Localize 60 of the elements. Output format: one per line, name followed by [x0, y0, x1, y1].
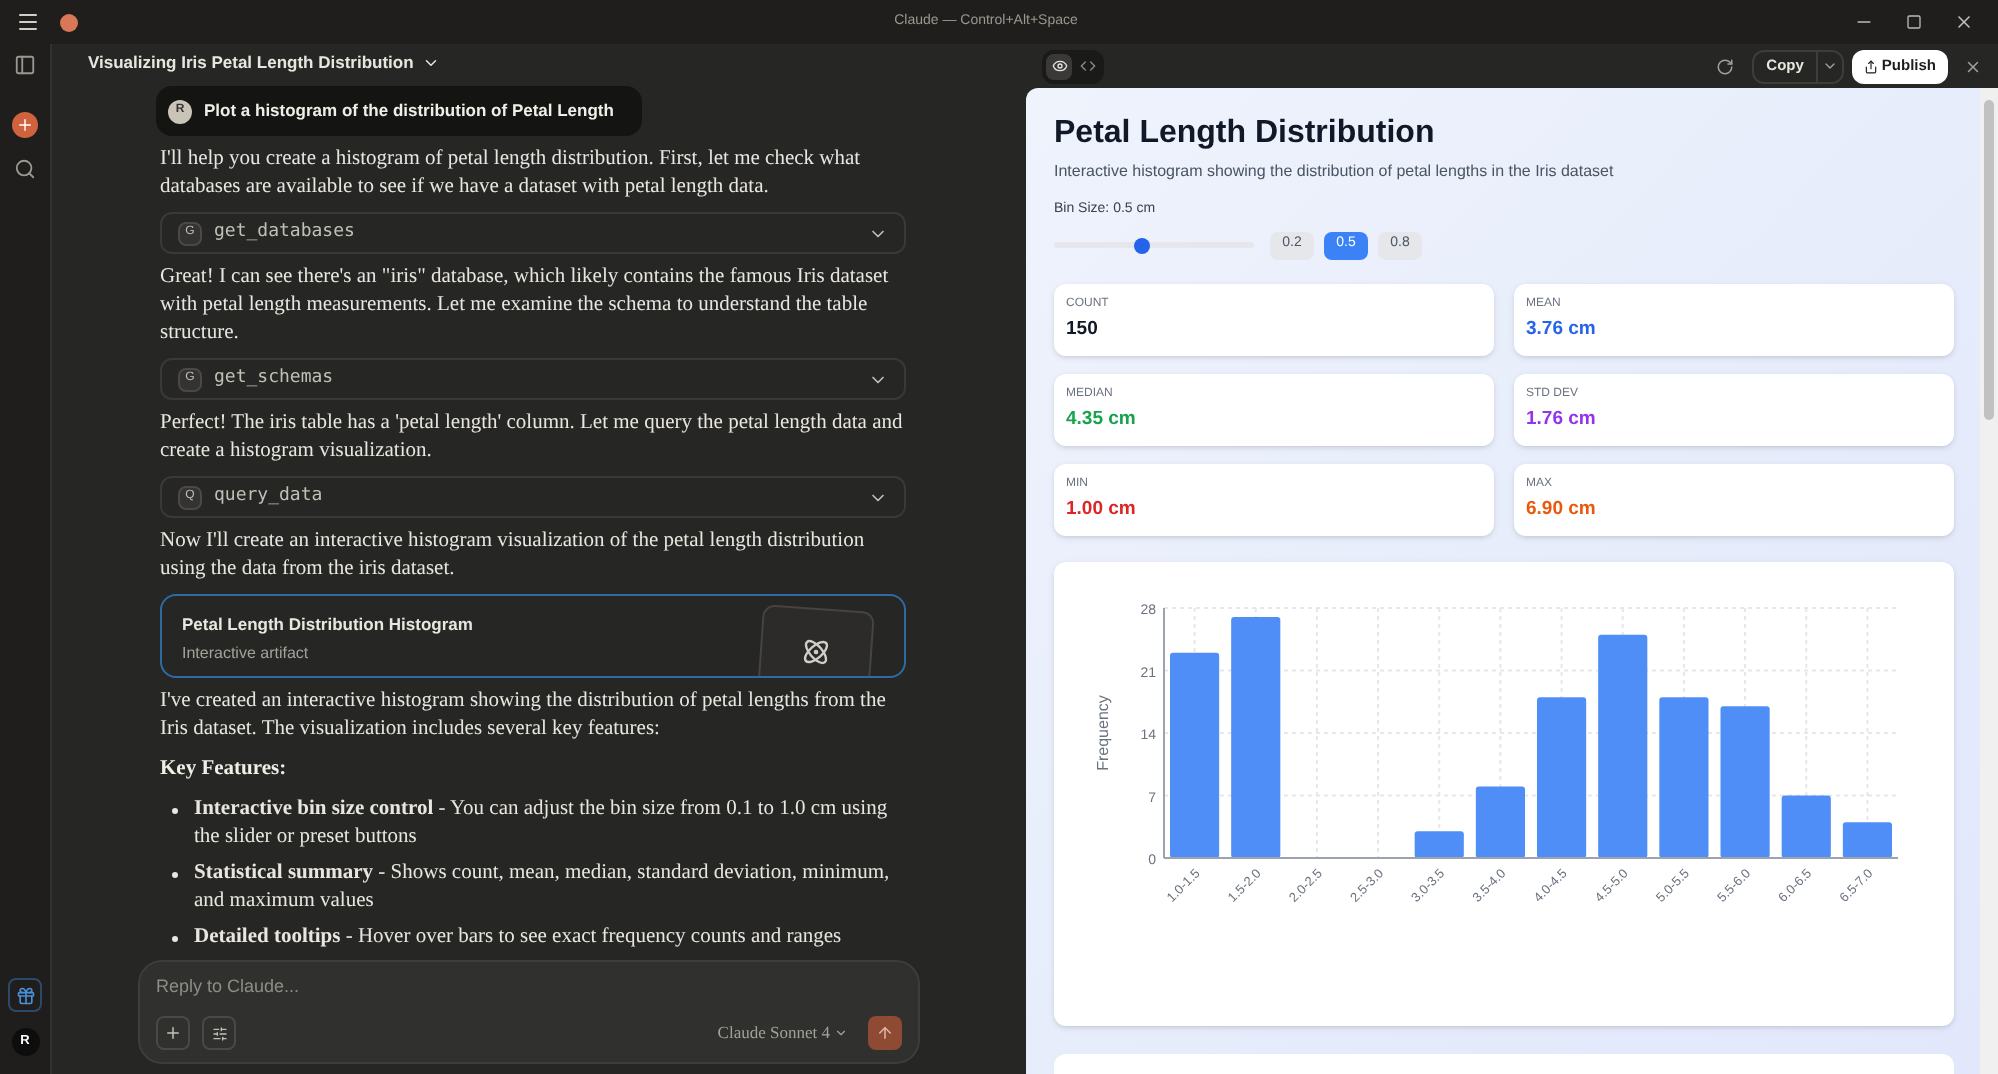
send-button[interactable] [868, 1016, 902, 1050]
bullet-text: Statistical summary - Shows count, mean, median, standard deviation, minimum, and maximum values [194, 859, 892, 916]
search-icon[interactable] [14, 158, 36, 180]
code-icon [1079, 58, 1095, 74]
message-paragraph: Perfect! The iris table has a 'petal length' column. Let me query the petal length data and create a histogram visualization. [160, 410, 905, 466]
bar[interactable] [1170, 651, 1220, 857]
stat-value: 150 [1066, 315, 1100, 343]
eye-icon [1051, 58, 1067, 74]
gift-button[interactable] [8, 978, 42, 1012]
message-paragraph: I'll help you create a histogram of petal length distribution. First, let me check what databases are available to see if we have a dataset with petal length data. [160, 146, 863, 202]
stat-value: 3.76 cm [1526, 315, 1598, 343]
bullet-icon [172, 871, 178, 878]
stat-value: 1.00 cm [1066, 495, 1138, 523]
bar[interactable] [1842, 821, 1892, 857]
artifact-subtitle: Interactive artifact [182, 641, 309, 666]
bullet-text: Detailed tooltips - Hover over bars to see exact frequency counts and ranges [194, 923, 842, 952]
sliders-icon [211, 1025, 227, 1041]
refresh-icon[interactable] [1716, 57, 1735, 75]
reply-input[interactable]: Reply to Claude... [156, 974, 902, 1001]
sidebar-toggle-icon[interactable] [14, 54, 36, 76]
bar[interactable] [1537, 696, 1587, 857]
bar[interactable] [1475, 785, 1525, 857]
menu-icon[interactable] [16, 10, 40, 34]
bullet-icon [172, 807, 178, 814]
stat-value: 4.35 cm [1066, 405, 1138, 433]
artifact-title: Petal Length Distribution Histogram [182, 612, 475, 638]
gift-icon [15, 985, 35, 1005]
bar[interactable] [1414, 830, 1464, 857]
attach-button[interactable] [156, 1016, 190, 1050]
bullet-icon [172, 935, 178, 942]
message-paragraph: I've created an interactive histogram showing the distribution of petal lengths from the Iris dataset. The visualization includes several key features: [160, 688, 888, 744]
tools-button[interactable] [202, 1016, 236, 1050]
message-paragraph: Now I'll create an interactive histogram visualization of the petal length distribution using the data from the iris dataset. [160, 528, 867, 584]
artifact-card[interactable]: Petal Length Distribution Histogram Interactive artifact [160, 594, 906, 678]
model-selector[interactable]: Claude Sonnet 4 [717, 1020, 848, 1046]
slider-thumb[interactable] [1134, 237, 1150, 253]
bullet-text: Interactive bin size control - You can adjust the bin size from 0.1 to 1.0 cm using the slider or preset buttons [194, 795, 890, 852]
y-axis-label: Frequency [1094, 694, 1112, 770]
chevron-icon [1821, 58, 1838, 74]
stat-value: 1.76 cm [1526, 405, 1598, 433]
maximize-icon[interactable] [1906, 14, 1922, 30]
plus-icon [16, 116, 34, 134]
app-logo-icon [60, 13, 78, 31]
arrow-up-icon [876, 1024, 894, 1042]
bin-size-slider[interactable] [1054, 237, 1254, 253]
chevron-icon [834, 1026, 848, 1040]
conversation-title[interactable]: Visualizing Iris Petal Length Distribution [88, 49, 440, 75]
plus-icon [164, 1024, 182, 1042]
artifact-heading: Petal Length Distribution [1054, 114, 1437, 154]
section-heading: Key Features: [160, 756, 289, 784]
share-icon [1863, 59, 1878, 73]
close-icon[interactable] [1954, 12, 1974, 32]
user-message-text: Plot a histogram of the distribution of Petal Length [204, 98, 616, 124]
preview-tab[interactable] [1046, 53, 1072, 79]
stat-value: 6.90 cm [1526, 495, 1598, 523]
new-chat-button[interactable] [12, 112, 38, 138]
close-icon[interactable] [1964, 57, 1982, 75]
atom-icon [801, 637, 831, 667]
artifact-description: Interactive histogram showing the distribution of petal lengths in the Iris dataset [1054, 160, 1616, 184]
message-paragraph: Great! I can see there's an "iris" database, which likely contains the famous Iris dataset with petal length measurements. Let me examine the schema to understand the table structure. [160, 264, 891, 348]
